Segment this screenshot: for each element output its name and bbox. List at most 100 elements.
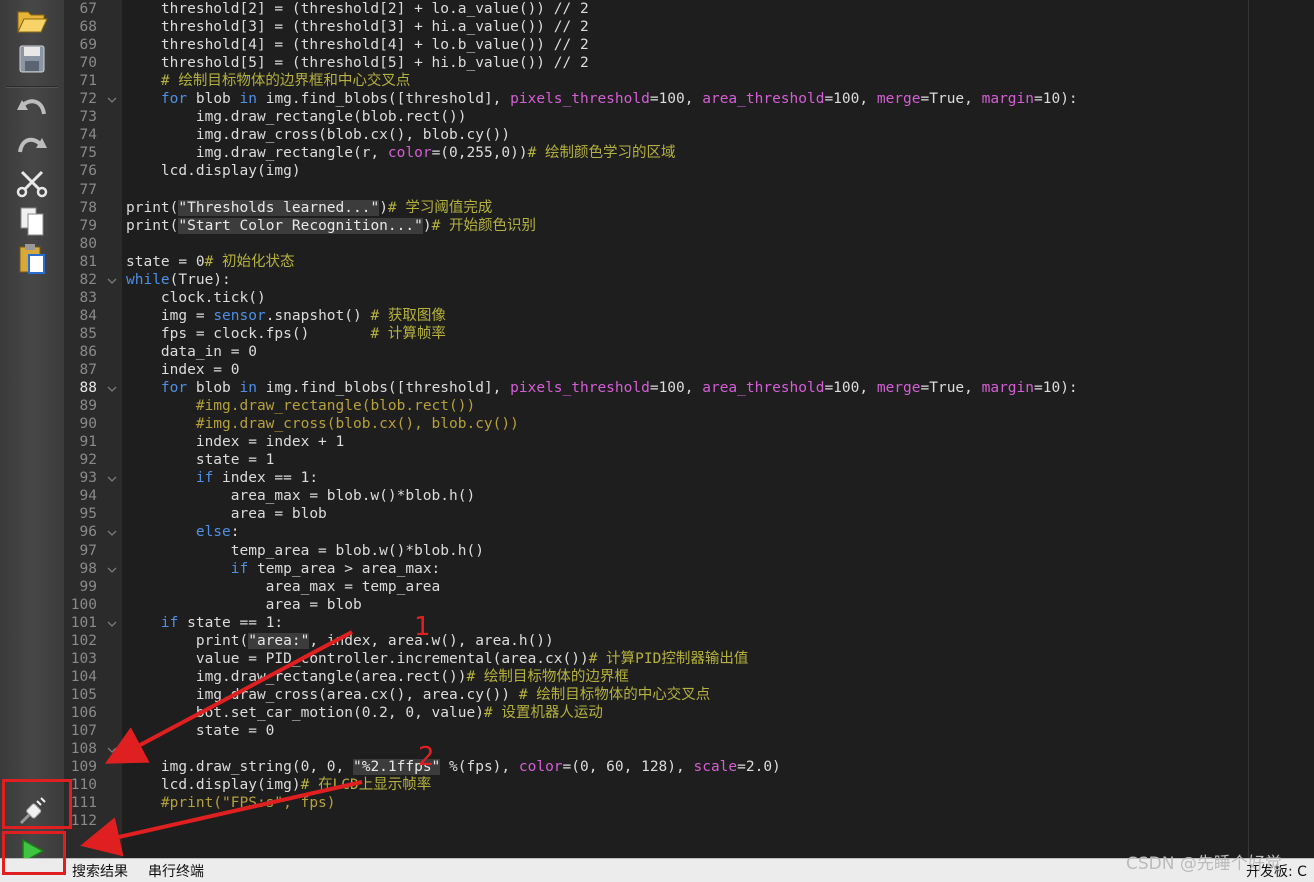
code-line[interactable]: for blob in img.find_blobs([threshold], …: [126, 379, 1078, 397]
line-number: 87: [79, 362, 97, 378]
bottom-tab-bar: 搜索结果 串行终端: [0, 858, 1314, 882]
code-line[interactable]: data_in = 0: [126, 343, 257, 361]
code-line[interactable]: img.draw_cross(area.cx(), area.cy()) # 绘…: [126, 686, 710, 704]
line-number: 85: [79, 325, 97, 342]
line-number: 72: [79, 91, 97, 108]
cut-icon[interactable]: [14, 166, 50, 200]
code-line[interactable]: bot.set_car_motion(0.2, 0, value)# 设置机器人…: [126, 704, 603, 722]
code-token: img.draw_string(0, 0,: [126, 759, 353, 776]
code-line[interactable]: for blob in img.find_blobs([threshold], …: [126, 90, 1078, 108]
tab-search-results[interactable]: 搜索结果: [72, 861, 128, 881]
code-token: value = PID_controller.incremental(area.…: [126, 650, 589, 667]
code-line[interactable]: state = 0# 初始化状态: [126, 253, 295, 271]
copy-icon[interactable]: [14, 204, 50, 238]
code-token: area_threshold: [702, 91, 825, 108]
code-token: state = 1: [126, 452, 275, 469]
code-line[interactable]: img = sensor.snapshot() # 获取图像: [126, 307, 446, 325]
code-line[interactable]: area = blob: [126, 596, 362, 614]
watermark: CSDN @先睡个好觉: [1126, 854, 1282, 874]
code-line[interactable]: img.draw_rectangle(area.rect())# 绘制目标物体的…: [126, 668, 629, 686]
undo-icon[interactable]: [14, 92, 50, 126]
code-token: else: [195, 524, 231, 541]
code-line[interactable]: #img.draw_cross(blob.cx(), blob.cy()): [126, 415, 519, 433]
code-line[interactable]: else:: [126, 523, 240, 541]
line-number: 101: [70, 614, 97, 631]
code-token: # 学习阈值完成: [387, 199, 493, 216]
code-line[interactable]: if state == 1:: [126, 614, 283, 632]
line-number: 80: [79, 235, 97, 252]
code-line[interactable]: while(True):: [126, 271, 231, 289]
line-number: 88: [79, 380, 97, 397]
paste-icon[interactable]: [14, 242, 50, 276]
code-line[interactable]: area_max = blob.w()*blob.h(): [126, 487, 475, 505]
code-line[interactable]: threshold[5] = (threshold[5] + hi.b_valu…: [126, 54, 589, 72]
code-line[interactable]: index = 0: [126, 361, 240, 379]
code-line[interactable]: area = blob: [126, 505, 327, 523]
code-line[interactable]: area_max = temp_area: [126, 578, 441, 596]
code-token: color: [518, 759, 563, 776]
code-line[interactable]: print("Thresholds learned...")# 学习阈值完成: [126, 199, 492, 217]
code-token: %(fps),: [440, 759, 519, 776]
code-editor[interactable]: threshold[2] = (threshold[2] + lo.a_valu…: [122, 0, 1314, 858]
code-line[interactable]: # 绘制目标物体的边界框和中心交叉点: [126, 72, 410, 90]
code-token: area_max = temp_area: [126, 578, 441, 595]
code-line[interactable]: print("area:", index, area.w(), area.h()…: [126, 632, 554, 650]
code-line[interactable]: value = PID_controller.incremental(area.…: [126, 650, 749, 668]
code-line[interactable]: #print("FPS:s", fps): [126, 794, 336, 812]
code-token: temp_area > area_max:: [248, 560, 441, 577]
fold-chevron-icon[interactable]: [107, 745, 117, 755]
line-number: 74: [79, 127, 97, 144]
code-token: img.find_blobs([threshold],: [256, 380, 511, 397]
code-token: state = 0: [126, 253, 205, 270]
code-line[interactable]: threshold[3] = (threshold[3] + hi.a_valu…: [126, 18, 589, 36]
line-number: 98: [79, 560, 97, 577]
code-line[interactable]: temp_area = blob.w()*blob.h(): [126, 542, 484, 560]
save-icon[interactable]: [14, 42, 50, 76]
line-number: 100: [70, 596, 97, 613]
code-line[interactable]: threshold[2] = (threshold[2] + lo.a_valu…: [126, 0, 589, 18]
code-line[interactable]: img.draw_rectangle(blob.rect()): [126, 108, 467, 126]
fold-chevron-icon[interactable]: [107, 384, 117, 394]
code-token: # 绘制目标物体的边界框和中心交叉点: [160, 73, 411, 90]
code-line[interactable]: index = index + 1: [126, 433, 344, 451]
code-token: # 在LCD上显示帧率: [300, 777, 432, 794]
code-line[interactable]: print("Start Color Recognition...")# 开始颜…: [126, 217, 536, 235]
redo-icon[interactable]: [14, 128, 50, 162]
line-number: 94: [79, 488, 97, 505]
fold-chevron-icon[interactable]: [107, 528, 117, 538]
fold-chevron-icon[interactable]: [107, 474, 117, 484]
code-line[interactable]: lcd.display(img)# 在LCD上显示帧率: [126, 776, 431, 794]
code-line[interactable]: fps = clock.fps() # 计算帧率: [126, 325, 446, 343]
code-line[interactable]: #img.draw_rectangle(blob.rect()): [126, 397, 475, 415]
annotation-box-connect: [2, 779, 72, 829]
line-number: 102: [70, 632, 97, 649]
code-token: img.draw_rectangle(r,: [126, 145, 388, 162]
code-line[interactable]: threshold[4] = (threshold[4] + lo.b_valu…: [126, 36, 589, 54]
code-token: index == 1:: [213, 470, 319, 487]
tab-serial-terminal[interactable]: 串行终端: [148, 861, 204, 881]
code-line[interactable]: img.draw_rectangle(r, color=(0,255,0))# …: [126, 144, 676, 162]
fold-chevron-icon[interactable]: [107, 619, 117, 629]
fold-chevron-icon[interactable]: [107, 276, 117, 286]
code-token: fps = clock.fps(): [126, 325, 371, 342]
code-token: # 绘制颜色学习的区域: [527, 145, 676, 162]
code-line[interactable]: img.draw_cross(blob.cx(), blob.cy()): [126, 126, 510, 144]
folder-open-icon[interactable]: [14, 4, 50, 38]
code-line[interactable]: if index == 1:: [126, 469, 318, 487]
line-number: 95: [79, 506, 97, 523]
line-number: 107: [70, 723, 97, 739]
code-line[interactable]: clock.tick(): [126, 289, 266, 307]
code-line[interactable]: img.draw_string(0, 0, "%2.1ffps" %(fps),…: [126, 758, 781, 776]
code-token: (True):: [169, 271, 231, 288]
code-line[interactable]: state = 0: [126, 722, 275, 740]
code-token: threshold[5] = (threshold[5] + hi.b_valu…: [126, 55, 589, 72]
code-line[interactable]: lcd.display(img): [126, 162, 301, 180]
fold-chevron-icon[interactable]: [107, 95, 117, 105]
code-token: lcd.display(img): [126, 777, 301, 794]
fold-chevron-icon[interactable]: [107, 565, 117, 575]
code-line[interactable]: state = 1: [126, 451, 275, 469]
code-line[interactable]: if temp_area > area_max:: [126, 560, 441, 578]
